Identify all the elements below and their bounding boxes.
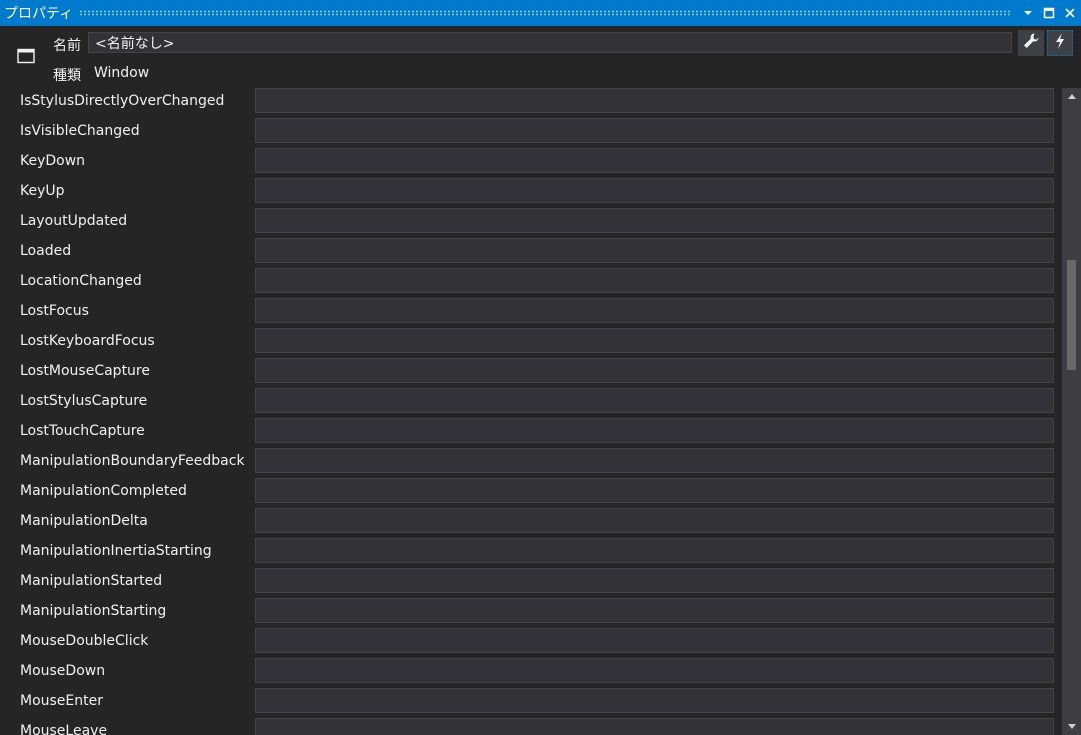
event-row: ManipulationBoundaryFeedback <box>0 448 1062 478</box>
event-row: LostStylusCapture <box>0 388 1062 418</box>
event-name: ManipulationBoundaryFeedback <box>20 453 245 469</box>
type-value: Window <box>94 65 150 81</box>
event-row: Loaded <box>0 238 1062 268</box>
event-name: LostFocus <box>20 303 89 319</box>
event-handler-input[interactable] <box>255 118 1054 143</box>
scrollbar-thumb[interactable] <box>1067 260 1076 370</box>
type-label: 種類 <box>53 68 81 84</box>
event-row: KeyDown <box>0 148 1062 178</box>
scroll-up-icon[interactable] <box>1062 88 1081 104</box>
dropdown-arrow-icon[interactable] <box>1018 3 1038 23</box>
event-row: ManipulationInertiaStarting <box>0 538 1062 568</box>
event-handler-input[interactable] <box>255 538 1054 563</box>
event-row: IsStylusDirectlyOverChanged <box>0 88 1062 118</box>
event-name: ManipulationInertiaStarting <box>20 543 212 559</box>
event-handler-input[interactable] <box>255 448 1054 473</box>
properties-view-button[interactable] <box>1018 30 1044 56</box>
event-row: LocationChanged <box>0 268 1062 298</box>
event-handler-input[interactable] <box>255 568 1054 593</box>
event-handler-input[interactable] <box>255 88 1054 113</box>
properties-header: 名前 種類 Window <box>0 26 1081 88</box>
panel-title: プロパティ <box>4 6 74 22</box>
lightning-icon <box>1052 32 1068 54</box>
event-name: KeyUp <box>20 183 65 199</box>
event-row: ManipulationStarting <box>0 598 1062 628</box>
window-icon <box>17 48 35 64</box>
event-row: KeyUp <box>0 178 1062 208</box>
event-handler-input[interactable] <box>255 628 1054 653</box>
event-row: ManipulationStarted <box>0 568 1062 598</box>
event-name: ManipulationStarting <box>20 603 167 619</box>
name-input[interactable] <box>88 32 1012 53</box>
event-handler-input[interactable] <box>255 208 1054 233</box>
event-row: MouseEnter <box>0 688 1062 718</box>
event-handler-input[interactable] <box>255 478 1054 503</box>
event-handler-input[interactable] <box>255 658 1054 683</box>
drag-grip[interactable] <box>79 10 1010 16</box>
event-name: LostTouchCapture <box>20 423 145 439</box>
event-handler-input[interactable] <box>255 508 1054 533</box>
event-name: LostKeyboardFocus <box>20 333 155 349</box>
close-icon[interactable] <box>1060 3 1080 23</box>
vertical-scrollbar[interactable] <box>1062 88 1081 735</box>
event-row: ManipulationCompleted <box>0 478 1062 508</box>
event-name: Loaded <box>20 243 72 259</box>
event-name: LocationChanged <box>20 273 142 289</box>
event-name: LayoutUpdated <box>20 213 128 229</box>
event-handler-input[interactable] <box>255 178 1054 203</box>
event-handler-input[interactable] <box>255 328 1054 353</box>
event-handler-input[interactable] <box>255 418 1054 443</box>
event-row: IsVisibleChanged <box>0 118 1062 148</box>
event-handler-input[interactable] <box>255 688 1054 713</box>
event-name: LostStylusCapture <box>20 393 148 409</box>
event-handler-input[interactable] <box>255 268 1054 293</box>
event-handler-input[interactable] <box>255 358 1054 383</box>
properties-titlebar[interactable]: プロパティ <box>0 0 1081 26</box>
event-handler-input[interactable] <box>255 388 1054 413</box>
event-name: MouseEnter <box>20 693 104 709</box>
event-row: LayoutUpdated <box>0 208 1062 238</box>
events-list: IsStylusDirectlyOverChanged IsVisibleChan… <box>0 88 1062 735</box>
event-row: LostMouseCapture <box>0 358 1062 388</box>
events-view-button[interactable] <box>1047 30 1073 56</box>
event-name: KeyDown <box>20 153 86 169</box>
event-name: LostMouseCapture <box>20 363 150 379</box>
event-row: MouseDown <box>0 658 1062 688</box>
event-handler-input[interactable] <box>255 598 1054 623</box>
event-name: MouseDown <box>20 663 106 679</box>
event-row: LostFocus <box>0 298 1062 328</box>
event-name: IsStylusDirectlyOverChanged <box>20 93 225 109</box>
wrench-icon <box>1022 32 1040 54</box>
event-row: LostTouchCapture <box>0 418 1062 448</box>
event-handler-input[interactable] <box>255 298 1054 323</box>
event-name: ManipulationCompleted <box>20 483 187 499</box>
event-name: IsVisibleChanged <box>20 123 140 139</box>
event-handler-input[interactable] <box>255 148 1054 173</box>
name-label: 名前 <box>53 38 81 54</box>
scroll-down-icon[interactable] <box>1062 719 1081 735</box>
event-row: ManipulationDelta <box>0 508 1062 538</box>
maximize-icon[interactable] <box>1039 3 1059 23</box>
event-name: MouseDoubleClick <box>20 633 149 649</box>
event-handler-input[interactable] <box>255 238 1054 263</box>
event-name: MouseLeave <box>20 723 108 735</box>
event-row: MouseLeave <box>0 718 1062 735</box>
event-name: ManipulationStarted <box>20 573 163 589</box>
event-handler-input[interactable] <box>255 718 1054 735</box>
event-row: LostKeyboardFocus <box>0 328 1062 358</box>
event-name: ManipulationDelta <box>20 513 148 529</box>
event-row: MouseDoubleClick <box>0 628 1062 658</box>
